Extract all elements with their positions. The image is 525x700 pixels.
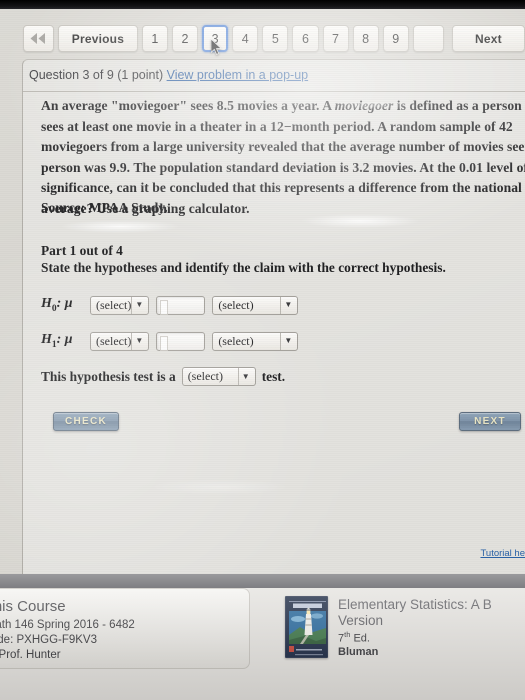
previous-label: Previous: [71, 31, 125, 46]
test-type-suffix: test.: [261, 368, 286, 384]
previous-button[interactable]: Previous: [57, 25, 138, 52]
page-button-2[interactable]: 2: [172, 25, 199, 52]
rewind-button[interactable]: [23, 25, 54, 52]
next-label: NEXT: [474, 416, 506, 427]
alt-operator-value: (select): [96, 333, 132, 348]
page-label: 7: [332, 31, 340, 46]
page-button-3[interactable]: 3: [202, 25, 229, 52]
null-claim-select[interactable]: (select) ▼: [212, 295, 299, 315]
null-value-input[interactable]: [156, 295, 206, 315]
page-button-blank[interactable]: [412, 25, 444, 52]
tutorial-help-link[interactable]: Tutorial he: [480, 548, 525, 559]
page-label: 1: [151, 31, 159, 46]
test-type-value: (select): [187, 369, 223, 383]
chevron-down-icon: ▼: [280, 332, 295, 350]
course-info-panel: ut this Course e: Math 146 Spring 2016 -…: [0, 588, 250, 669]
check-button[interactable]: CHECK: [53, 412, 119, 431]
next-page-button[interactable]: Next: [451, 25, 525, 52]
question-pager: Previous 1 2 3 4 5 6 7 8 9 Next: [22, 18, 525, 59]
test-type-prefix: This hypothesis test is a: [41, 368, 176, 384]
course-name-line: e: Math 146 Spring 2016 - 6482: [0, 619, 135, 631]
rewind-double-chevron-icon: [30, 33, 46, 44]
page-button-9[interactable]: 9: [382, 25, 409, 52]
view-problem-popup-link[interactable]: View problem in a pop-up: [167, 68, 309, 82]
chevron-down-icon: ▼: [131, 296, 146, 314]
textbook-edition: 7th Ed.: [338, 630, 492, 645]
photographed-screen: Previous 1 2 3 4 5 6 7 8 9 Next Question…: [0, 0, 525, 700]
page-label: 4: [241, 31, 249, 46]
footer-separator: [0, 574, 525, 588]
check-label: CHECK: [64, 416, 108, 427]
textbook-author: Bluman: [338, 645, 379, 658]
chevron-down-icon: ▼: [237, 368, 253, 385]
chevron-down-icon: ▼: [131, 332, 146, 350]
question-counter: Question 3 of 9 (1 point): [29, 68, 167, 82]
question-card: Question 3 of 9 (1 point) View problem i…: [22, 59, 525, 575]
page-label: 8: [362, 31, 370, 46]
course-panel-title: ut this Course: [0, 598, 66, 615]
page-label: 6: [301, 31, 310, 46]
hypothesis-null-label: H0: μ: [41, 296, 73, 314]
textbook-meta: Elementary Statistics: A B Version 7th E…: [338, 596, 492, 671]
problem-source: Source: MPAA Study.: [41, 200, 168, 215]
test-type-select[interactable]: (select) ▼: [181, 367, 256, 386]
alt-operator-select[interactable]: (select) ▼: [90, 331, 150, 351]
test-type-row: This hypothesis test is a (select) ▼ tes…: [41, 367, 285, 386]
page-button-5[interactable]: 5: [262, 25, 289, 52]
moviegoer-emphasis: moviegoer: [334, 98, 394, 113]
page-button-8[interactable]: 8: [352, 25, 379, 52]
next-label: Next: [475, 31, 502, 46]
part-indicator: Part 1 out of 4: [41, 243, 123, 258]
page-label: 3: [211, 31, 219, 46]
null-operator-select[interactable]: (select) ▼: [90, 295, 150, 315]
page-label: 2: [181, 31, 189, 46]
null-claim-value: (select): [218, 297, 254, 312]
textbook-title-line2: Version: [338, 612, 384, 628]
next-button[interactable]: NEXT: [459, 412, 521, 431]
page-button-7[interactable]: 7: [322, 25, 349, 52]
question-header: Question 3 of 9 (1 point) View problem i…: [29, 68, 308, 82]
alt-claim-value: (select): [218, 333, 254, 348]
alt-value-input[interactable]: [156, 331, 206, 351]
chevron-down-icon: ▼: [280, 296, 295, 314]
hypothesis-row-alternative: H1: μ (select) ▼ (select) ▼: [41, 330, 299, 352]
course-code-line: e Code: PXHGG-F9KV3: [0, 634, 97, 646]
hypothesis-alt-label: H1: μ: [41, 332, 73, 350]
header-divider: [23, 91, 525, 92]
page-label: 9: [392, 31, 400, 46]
null-operator-value: (select): [96, 297, 132, 312]
screen-bezel-top: [0, 0, 525, 9]
page-button-1[interactable]: 1: [141, 25, 169, 52]
textbook-info-panel: Elementary Statistics: A B Version 7th E…: [285, 596, 525, 671]
edition-word: Ed.: [350, 632, 370, 645]
course-instructor-line: ctor: Prof. Hunter: [0, 649, 61, 661]
lighthouse-book-cover-icon: [285, 596, 328, 658]
part-instruction: State the hypotheses and identify the cl…: [41, 260, 446, 275]
page-label: 5: [271, 31, 280, 46]
page-button-6[interactable]: 6: [292, 25, 319, 52]
screen-surface: Previous 1 2 3 4 5 6 7 8 9 Next Question…: [0, 9, 525, 575]
page-button-4[interactable]: 4: [232, 25, 259, 52]
footer-bar: ut this Course e: Math 146 Spring 2016 -…: [0, 588, 525, 700]
alt-claim-select[interactable]: (select) ▼: [212, 331, 299, 351]
hypothesis-row-null: H0: μ (select) ▼ (select) ▼: [41, 294, 299, 316]
textbook-title-line1: Elementary Statistics: A B: [338, 597, 492, 612]
